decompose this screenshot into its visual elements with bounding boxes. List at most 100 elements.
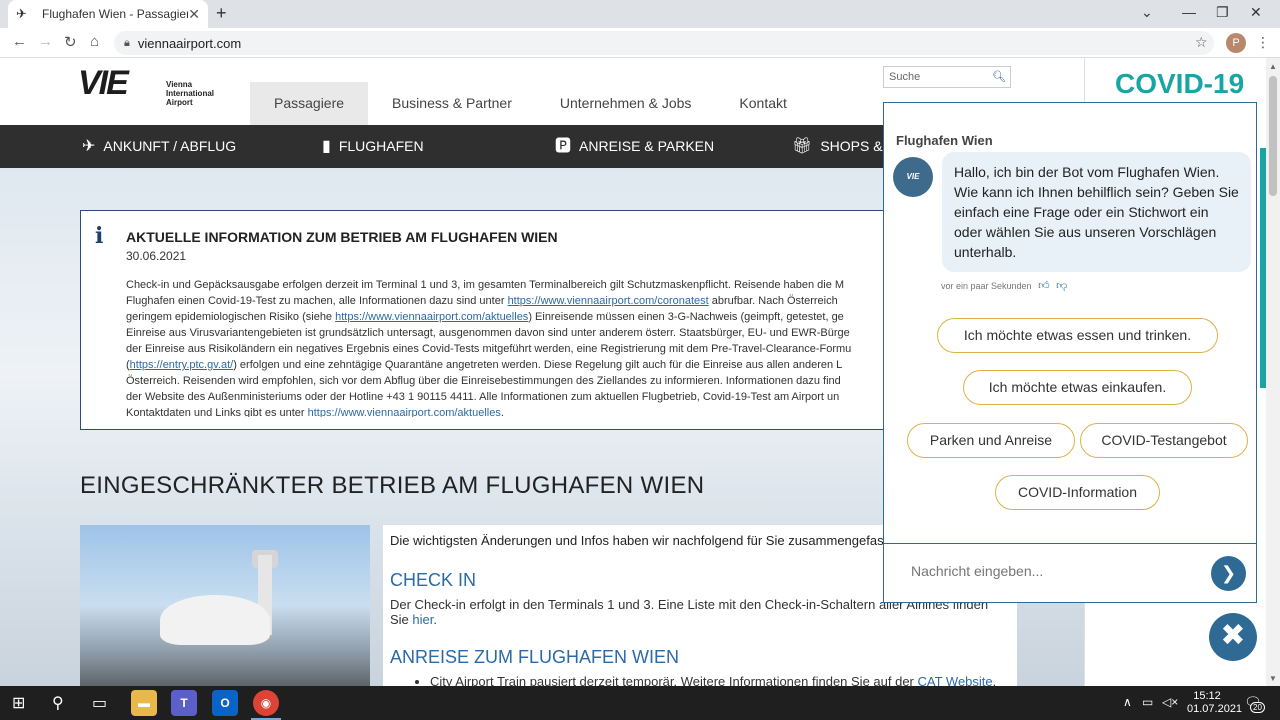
chat-close-button[interactable]: ✖ bbox=[1209, 613, 1257, 661]
aktuelles-link-2[interactable]: https://www.viennaairport.com/aktuelles bbox=[308, 407, 501, 417]
thumbs-down-icon[interactable]: 👎︎ bbox=[1056, 280, 1067, 292]
clock-date: 01.07.2021 bbox=[1187, 703, 1243, 715]
airplane-icon: ✈ bbox=[16, 6, 27, 21]
scrollbar-thumb[interactable] bbox=[1269, 76, 1277, 196]
message-timestamp: vor ein paar Sekunden bbox=[941, 281, 1032, 291]
chat-divider bbox=[884, 543, 1256, 544]
notification-icon[interactable]: 🗨︎20 bbox=[1244, 694, 1265, 713]
anreise-text: City Airport Train pausiert derzeit temp… bbox=[430, 674, 918, 686]
maximize-icon[interactable]: ❐ bbox=[1216, 4, 1229, 21]
suggestion-covid-information[interactable]: COVID-Information bbox=[995, 475, 1160, 510]
tray-overflow-icon[interactable]: ∧ bbox=[1123, 695, 1132, 709]
logo-mark: VIE bbox=[78, 64, 129, 102]
taskbar-clock[interactable]: 15:12 01.07.2021 bbox=[1187, 690, 1243, 716]
send-button[interactable]: ❯ bbox=[1211, 556, 1246, 591]
bookmark-star-icon[interactable]: ☆ bbox=[1195, 34, 1208, 51]
info-line: ) erfolgen und eine zehntägige Quarantän… bbox=[233, 359, 843, 371]
vie-logo[interactable]: VIE Vienna International Airport bbox=[78, 64, 218, 108]
nav-ankunft-abflug[interactable]: ✈ ANKUNFT / ABFLUG bbox=[82, 125, 236, 168]
scroll-up-icon[interactable]: ▲ bbox=[1269, 62, 1277, 71]
airport-photo bbox=[80, 525, 370, 686]
chat-title: Flughafen Wien bbox=[896, 133, 993, 148]
info-line: . bbox=[500, 407, 504, 417]
lock-icon[interactable]: 🔒︎ bbox=[124, 37, 130, 50]
suggestion-parken-anreise[interactable]: Parken und Anreise bbox=[907, 423, 1075, 458]
browser-menu-icon[interactable]: ⋮ bbox=[1256, 34, 1270, 51]
teams-icon[interactable]: T bbox=[171, 690, 197, 716]
nav-kontakt[interactable]: Kontakt bbox=[715, 82, 810, 125]
outlook-icon[interactable]: O bbox=[212, 690, 238, 716]
info-line: der Website des Außenministeriums oder d… bbox=[126, 391, 840, 403]
aktuelles-link[interactable]: https://www.viennaairport.com/aktuelles bbox=[335, 311, 528, 323]
nav-flughafen[interactable]: ▮ FLUGHAFEN bbox=[322, 125, 424, 168]
logo-subtitle: Vienna International Airport bbox=[166, 80, 215, 107]
forward-icon[interactable]: → bbox=[38, 33, 53, 50]
address-bar-area: ← → ↻ ⌂ 🔒︎ viennaairport.com ☆ bbox=[0, 28, 1280, 58]
profile-avatar[interactable]: P bbox=[1226, 33, 1246, 53]
cat-website-link[interactable]: CAT Website bbox=[918, 674, 993, 686]
info-line: abrufbar. Nach Österreich bbox=[708, 295, 838, 307]
search-placeholder: Suche bbox=[889, 71, 921, 83]
info-line: Check-in und Gepäcksausgabe erfolgen der… bbox=[126, 279, 845, 291]
nav-anreise-parken[interactable]: 🅿︎ ANREISE & PARKEN bbox=[555, 125, 714, 168]
suggestion-einkaufen[interactable]: Ich möchte etwas einkaufen. bbox=[963, 370, 1192, 405]
scroll-down-icon[interactable]: ▼ bbox=[1269, 674, 1277, 683]
notification-count: 20 bbox=[1250, 702, 1265, 713]
nav-business-partner[interactable]: Business & Partner bbox=[368, 82, 536, 125]
chat-message-input[interactable] bbox=[911, 563, 1201, 579]
home-icon[interactable]: ⌂ bbox=[90, 33, 99, 50]
suggestion-covid-testangebot[interactable]: COVID-Testangebot bbox=[1080, 423, 1248, 458]
top-navigation: Passagiere Business & Partner Unternehme… bbox=[250, 82, 811, 125]
task-view-icon[interactable]: ▭ bbox=[92, 693, 107, 713]
covid-banner-text[interactable]: COVID-19 bbox=[1115, 68, 1244, 100]
page-scrollbar[interactable]: ▲ ▼ bbox=[1266, 58, 1280, 686]
windows-taskbar: ⊞ ⚲ ▭ ▬ T O ◉ ∧ ▭ ◁× 15:12 01.07.2021 🗨︎… bbox=[0, 686, 1280, 720]
search-icon[interactable]: ⚲ bbox=[52, 693, 64, 713]
tab-search-icon[interactable]: ⌄ bbox=[1141, 4, 1153, 21]
windows-start-icon[interactable]: ⊞ bbox=[12, 693, 25, 713]
url-field[interactable]: 🔒︎ viennaairport.com bbox=[114, 31, 1214, 55]
checkin-end: . bbox=[433, 612, 437, 627]
nav-unternehmen-jobs[interactable]: Unternehmen & Jobs bbox=[536, 82, 716, 125]
minimize-icon[interactable]: — bbox=[1182, 4, 1196, 20]
close-tab-icon[interactable]: ✕ bbox=[188, 6, 200, 23]
info-line: ) Einreisende müssen einen 3-G-Nachweis … bbox=[528, 311, 844, 323]
bot-message: Hallo, ich bin der Bot vom Flughafen Wie… bbox=[942, 152, 1251, 272]
nav-passagiere[interactable]: Passagiere bbox=[250, 82, 369, 125]
anreise-list: City Airport Train pausiert derzeit temp… bbox=[430, 674, 1010, 686]
close-window-icon[interactable]: ✕ bbox=[1250, 4, 1262, 21]
browser-tab[interactable]: ✈ Flughafen Wien - Passagiere ✕ bbox=[8, 0, 208, 28]
tower-icon: ▮ bbox=[322, 138, 331, 155]
anreise-heading: ANREISE ZUM FLUGHAFEN WIEN bbox=[390, 647, 680, 667]
thumbs-up-icon[interactable]: 👍︎ bbox=[1038, 280, 1050, 292]
info-line: Flughafen einen Covid-19-Test zu machen,… bbox=[126, 295, 508, 307]
info-title: AKTUELLE INFORMATION ZUM BETRIEB AM FLUG… bbox=[126, 229, 558, 245]
anreise-end: . bbox=[992, 674, 997, 686]
info-line: der Einreise aus Risikoländern ein negat… bbox=[126, 343, 852, 355]
info-icon: i bbox=[95, 223, 104, 249]
battery-icon[interactable]: ▭ bbox=[1142, 695, 1153, 709]
volume-icon[interactable]: ◁× bbox=[1162, 695, 1178, 709]
reload-icon[interactable]: ↻ bbox=[64, 33, 77, 51]
info-line: Österreich. Reisenden wird empfohlen, si… bbox=[126, 375, 841, 387]
coronatest-link[interactable]: https://www.viennaairport.com/coronatest bbox=[508, 295, 709, 307]
back-icon[interactable]: ← bbox=[12, 33, 27, 50]
file-explorer-icon[interactable]: ▬ bbox=[131, 690, 157, 716]
info-box: i AKTUELLE INFORMATION ZUM BETRIEB AM FL… bbox=[80, 210, 890, 430]
car-parking-icon: 🅿︎ bbox=[555, 138, 572, 155]
shopping-icon: 🎁︎ bbox=[792, 138, 813, 155]
ptc-link[interactable]: https://entry.ptc.gv.at/ bbox=[130, 359, 234, 371]
nav-shops[interactable]: 🎁︎ SHOPS & R bbox=[792, 125, 897, 168]
chrome-icon[interactable]: ◉ bbox=[253, 690, 279, 716]
suggestion-essen-trinken[interactable]: Ich möchte etwas essen und trinken. bbox=[937, 318, 1218, 353]
new-tab-icon[interactable]: + bbox=[216, 3, 227, 24]
page-headline: EINGESCHRÄNKTER BETRIEB AM FLUGHAFEN WIE… bbox=[80, 472, 705, 499]
clock-time: 15:12 bbox=[1193, 690, 1221, 702]
message-meta: vor ein paar Sekunden 👍︎ 👎︎ bbox=[941, 279, 1067, 292]
search-input[interactable]: Suche 🔍︎ bbox=[883, 66, 1011, 88]
bot-avatar: VIE bbox=[893, 157, 933, 197]
info-body: Check-in und Gepäcksausgabe erfolgen der… bbox=[126, 277, 886, 417]
search-icon[interactable]: 🔍︎ bbox=[992, 67, 1006, 87]
tab-title: Flughafen Wien - Passagiere bbox=[42, 7, 189, 21]
checkin-link[interactable]: hier bbox=[412, 612, 433, 627]
